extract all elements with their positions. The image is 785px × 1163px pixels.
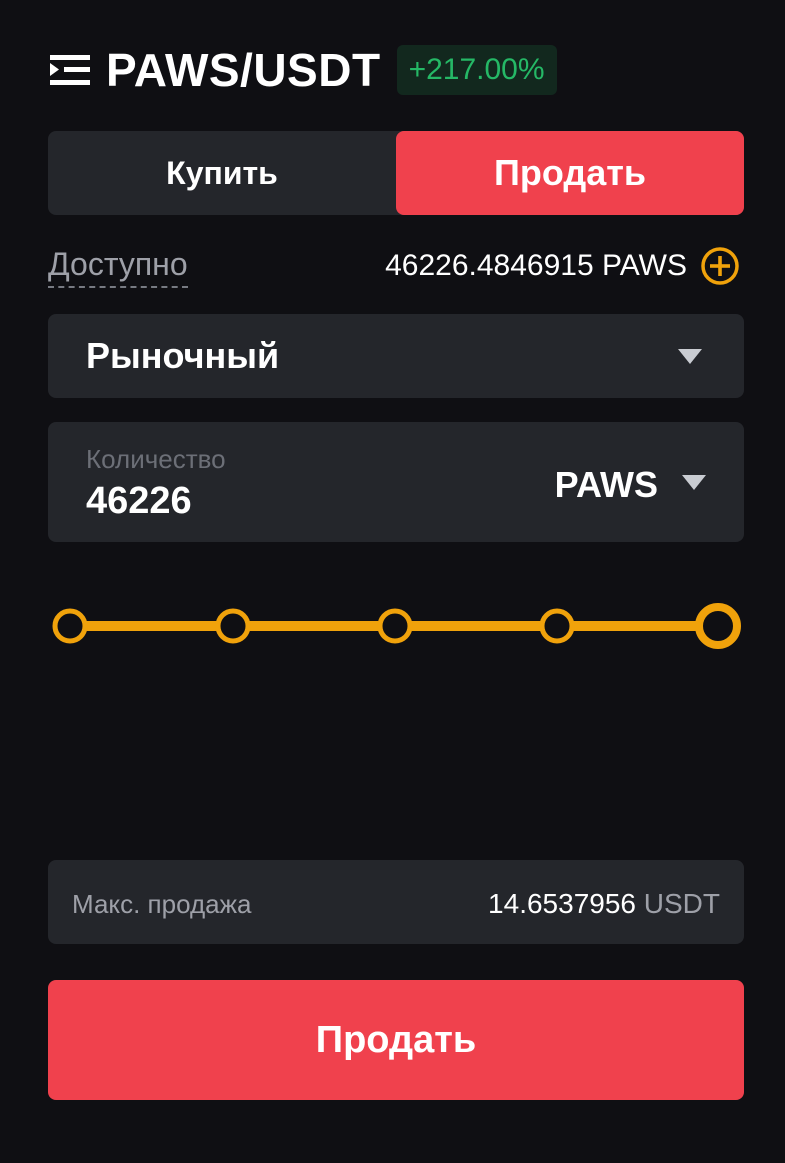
sell-button[interactable]: Продать — [48, 980, 744, 1100]
order-type-select[interactable]: Рыночный — [48, 314, 744, 398]
quantity-unit-select[interactable]: PAWS — [555, 464, 658, 506]
quantity-label: Количество — [86, 444, 226, 474]
slider-stop-50[interactable] — [377, 608, 413, 644]
price-change-badge: +217.00% — [396, 45, 557, 95]
max-sell-label: Макс. продажа — [72, 889, 252, 919]
header: PAWS/USDT +217.00% — [48, 42, 557, 98]
order-type-value: Рыночный — [86, 335, 280, 376]
available-label[interactable]: Доступно — [48, 246, 188, 288]
max-sell-value: 14.6537956 USDT — [488, 860, 720, 948]
chevron-down-icon — [678, 349, 702, 364]
slider-stop-0[interactable] — [52, 608, 88, 644]
quantity-input[interactable] — [86, 480, 446, 523]
slider-stop-75[interactable] — [539, 608, 575, 644]
amount-slider[interactable] — [48, 596, 748, 656]
quantity-field[interactable]: Количество PAWS — [48, 422, 744, 542]
plus-circle-icon[interactable] — [700, 246, 740, 286]
list-collapse-icon[interactable] — [48, 50, 92, 90]
pair-title[interactable]: PAWS/USDT — [106, 43, 381, 97]
max-sell-panel: Макс. продажа 14.6537956 USDT — [48, 860, 744, 944]
slider-handle[interactable] — [695, 603, 741, 649]
sell-tab[interactable]: Продать — [396, 131, 744, 215]
buy-tab[interactable]: Купить — [48, 131, 396, 215]
max-sell-unit: USDT — [643, 888, 720, 919]
side-toggle: Купить Продать — [48, 131, 744, 215]
available-balance: 46226.4846915 PAWS — [385, 249, 687, 282]
chevron-down-icon — [682, 475, 706, 490]
slider-stop-25[interactable] — [215, 608, 251, 644]
max-sell-amount: 14.6537956 — [488, 888, 636, 919]
